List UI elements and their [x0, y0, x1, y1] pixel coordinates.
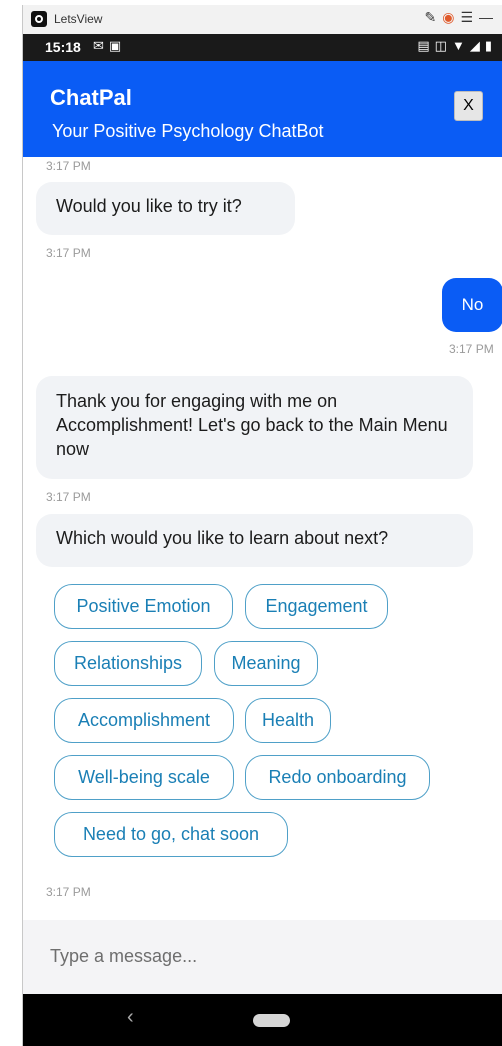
battery-icon: ▮ [484, 38, 497, 53]
window-title: LetsView [54, 12, 103, 26]
close-button[interactable]: X [454, 91, 483, 121]
timestamp: 3:17 PM [46, 159, 91, 173]
bot-message: Thank you for engaging with me on Accomp… [36, 376, 473, 479]
calendar-icon: ▣ [108, 38, 127, 53]
vibrate-icon: ◫ [434, 38, 452, 53]
message-input-bar[interactable]: Type a message... [23, 920, 502, 994]
option-accomplishment[interactable]: Accomplishment [54, 698, 234, 743]
android-status-bar: 15:18 ✉▣ ▤◫▼◢▮ [23, 34, 502, 61]
app-title: ChatPal [50, 85, 132, 110]
signal-icon: ◢ [469, 38, 485, 53]
option-relationships[interactable]: Relationships [54, 641, 202, 686]
option-positive-emotion[interactable]: Positive Emotion [54, 584, 233, 629]
message-input[interactable]: Type a message... [50, 946, 197, 967]
status-time: 15:18 [45, 39, 81, 55]
record-icon[interactable]: ◉ [442, 9, 460, 26]
android-nav-bar: ‹ [23, 994, 502, 1046]
notification-icon: ✉ [93, 38, 109, 53]
wifi-icon: ▼ [451, 38, 470, 53]
notification-icons: ✉▣ [93, 38, 126, 54]
timestamp: 3:17 PM [449, 342, 494, 356]
app-header: ChatPal Your Positive Psychology ChatBot… [23, 61, 502, 157]
home-pill-icon[interactable] [253, 1014, 290, 1027]
system-icons: ▤◫▼◢▮ [417, 38, 497, 54]
letsview-title-bar: LetsView ✎◉☰— [23, 5, 502, 34]
menu-icon[interactable]: ☰ [460, 9, 479, 26]
letsview-logo-icon [31, 11, 47, 27]
window-controls: ✎◉☰— [424, 9, 499, 26]
device-frame: LetsView ✎◉☰— 15:18 ✉▣ ▤◫▼◢▮ ChatPal You… [22, 5, 502, 1046]
bot-message: Would you like to try it? [36, 182, 295, 235]
option-meaning[interactable]: Meaning [214, 641, 318, 686]
option-well-being-scale[interactable]: Well-being scale [54, 755, 234, 800]
cast-icon: ▤ [417, 38, 435, 53]
bot-message: Which would you like to learn about next… [36, 514, 473, 567]
user-message: No [442, 278, 502, 332]
brush-icon[interactable]: ✎ [424, 9, 442, 26]
app-subtitle: Your Positive Psychology ChatBot [52, 121, 324, 141]
chat-area[interactable]: 3:17 PM Would you like to try it? 3:17 P… [23, 157, 502, 920]
option-need-to-go[interactable]: Need to go, chat soon [54, 812, 288, 857]
minimize-icon[interactable]: — [479, 9, 499, 25]
back-icon[interactable]: ‹ [127, 1006, 134, 1029]
timestamp: 3:17 PM [46, 246, 91, 260]
option-health[interactable]: Health [245, 698, 331, 743]
option-redo-onboarding[interactable]: Redo onboarding [245, 755, 430, 800]
option-engagement[interactable]: Engagement [245, 584, 388, 629]
timestamp: 3:17 PM [46, 885, 91, 899]
timestamp: 3:17 PM [46, 490, 91, 504]
